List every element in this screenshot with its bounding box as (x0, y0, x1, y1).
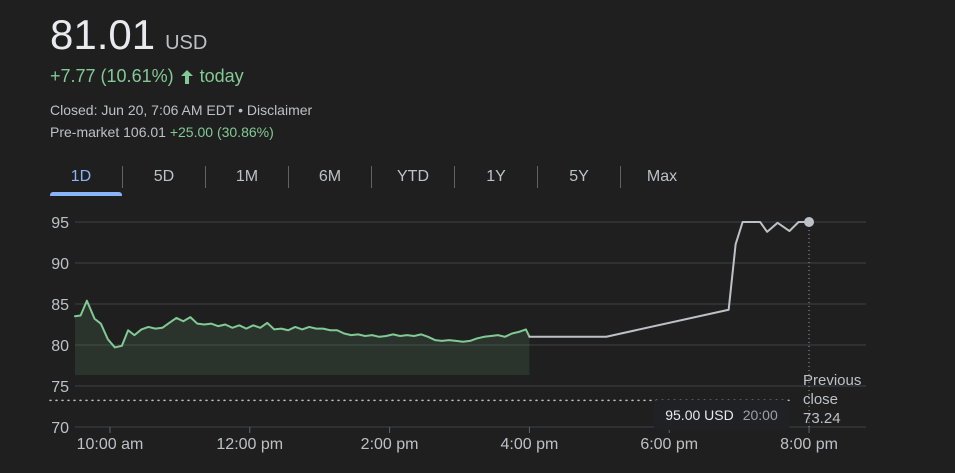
regular-session-area (75, 300, 530, 375)
x-tick-label: 10:00 am (77, 436, 144, 453)
y-tick-label: 85 (51, 297, 69, 314)
x-tick-label: 12:00 pm (216, 436, 283, 453)
stock-quote-widget: 81.01 USD +7.77 (10.61%) today Closed: J… (0, 0, 955, 473)
x-tick-label: 6:00 pm (640, 436, 698, 453)
y-tick-label: 95 (51, 215, 69, 232)
y-tick-label: 80 (51, 338, 69, 355)
x-tick-label: 4:00 pm (501, 436, 559, 453)
y-tick-label: 75 (51, 379, 69, 396)
hover-tooltip: 95.00 USD 20:00 (655, 401, 788, 429)
y-tick-label: 90 (51, 256, 69, 273)
dot-icon (804, 217, 815, 227)
previous-close-value: 73.24 (803, 410, 841, 427)
tooltip-time: 20:00 (742, 407, 778, 423)
x-tick-label: 8:00 pm (780, 436, 838, 453)
previous-close-label-line-2: close (803, 391, 839, 408)
y-tick-label: 70 (51, 420, 69, 437)
tooltip-price: 95.00 USD (665, 407, 734, 423)
x-tick-label: 2:00 pm (361, 436, 419, 453)
previous-close-label-line-1: Previous (803, 372, 862, 389)
previous-close-label: Previous close 73.24 (803, 371, 883, 428)
after-hours-line (528, 221, 811, 338)
